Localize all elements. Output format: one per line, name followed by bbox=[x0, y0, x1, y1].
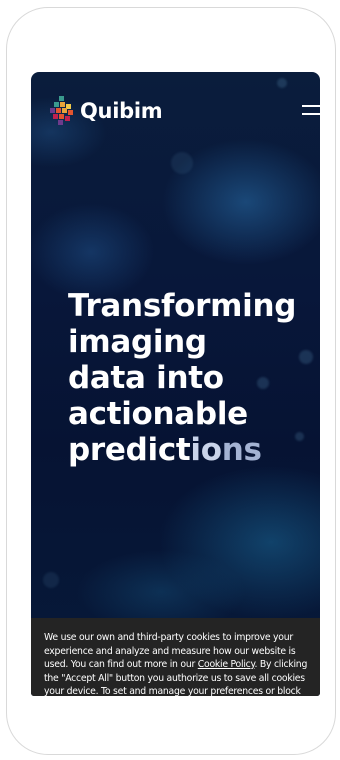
hero-title-line: data into bbox=[68, 360, 224, 396]
site-header: Quibim bbox=[31, 72, 320, 150]
quibim-logo-link[interactable]: Quibim bbox=[49, 94, 163, 128]
hero-title-fragment-fading: io bbox=[190, 432, 222, 468]
brand-name: Quibim bbox=[80, 99, 163, 123]
cookie-policy-link[interactable]: Cookie Policy bbox=[198, 659, 255, 670]
quibim-pixel-diamond-icon bbox=[50, 96, 73, 125]
cookie-text-line: We use our own and third-party cookies t… bbox=[44, 632, 293, 643]
hamburger-menu-icon bbox=[302, 105, 320, 107]
website-viewport[interactable]: Quibim Transforming imaging data into ac… bbox=[31, 72, 320, 696]
hero-title-line: imaging bbox=[68, 324, 207, 360]
cookie-text-fragment: used. You can find out more in our bbox=[44, 659, 198, 670]
hamburger-menu-icon bbox=[302, 113, 320, 115]
cookie-text-line: experience and analyze and measure how o… bbox=[44, 645, 296, 657]
hero-title-line: actionable bbox=[68, 396, 248, 432]
hero-title-line: Transforming bbox=[68, 288, 297, 324]
background-bokeh bbox=[43, 572, 59, 588]
background-bokeh bbox=[171, 152, 193, 174]
menu-button[interactable] bbox=[302, 102, 320, 120]
cookie-text-line: the "Accept All" button you authorize us… bbox=[44, 672, 305, 684]
cookie-consent-text: We use our own and third-party cookies t… bbox=[44, 631, 320, 696]
hero-title-line-animated: predictions bbox=[68, 432, 308, 468]
hero-title-fragment-fading: ns bbox=[221, 432, 262, 468]
hero-title: Transforming imaging data into actionabl… bbox=[68, 288, 308, 468]
cookie-text-line: your device. To set and manage your pref… bbox=[44, 686, 301, 696]
cookie-consent-banner: We use our own and third-party cookies t… bbox=[31, 618, 320, 696]
cookie-text-fragment: . By clicking bbox=[254, 659, 308, 670]
hero-title-fragment: predict bbox=[68, 432, 191, 468]
cookie-text-line-with-link: used. You can find out more in our Cooki… bbox=[44, 658, 320, 672]
